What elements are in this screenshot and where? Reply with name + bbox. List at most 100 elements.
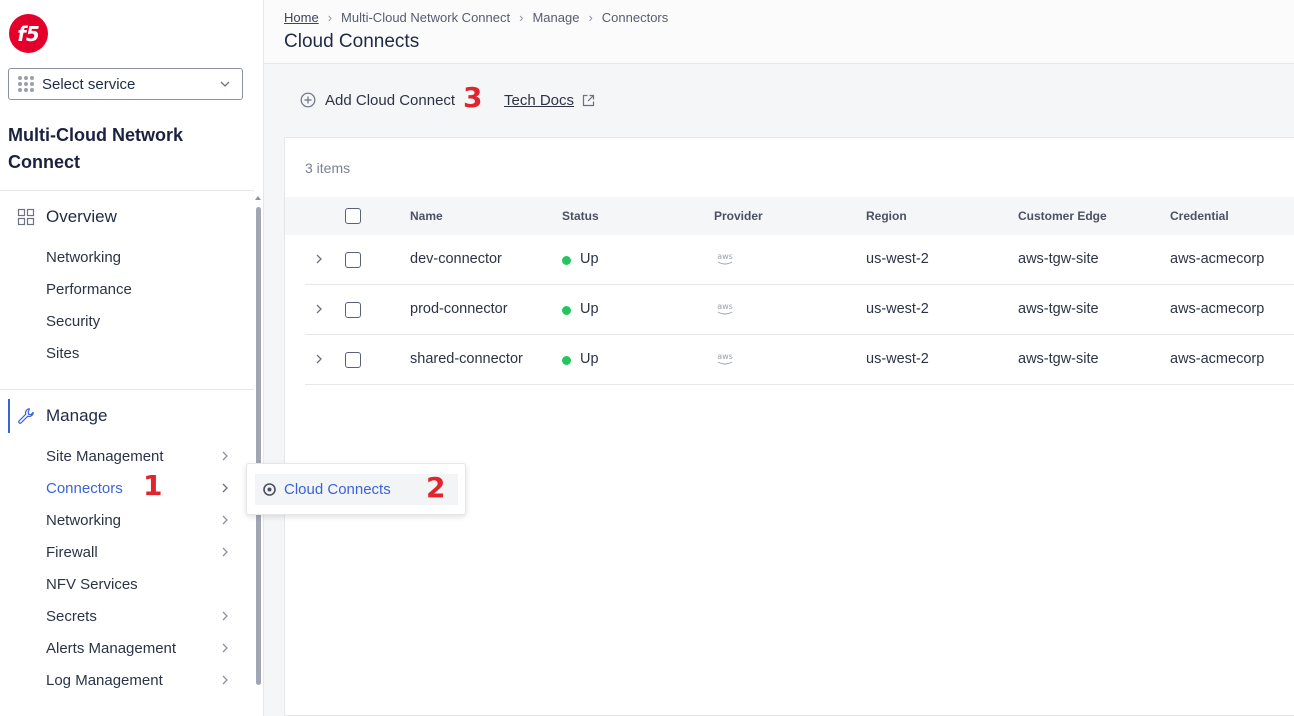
table-row[interactable]: prod-connector Up aws us-west-2 aws-tgw-…	[305, 285, 1294, 335]
breadcrumb-separator: ›	[588, 10, 593, 25]
nav-section-manage[interactable]: Manage	[0, 399, 254, 433]
items-count: 3 items	[305, 160, 351, 176]
cell-credential: aws-acmecorp	[1170, 301, 1265, 317]
cell-region: us-west-2	[866, 351, 929, 367]
f5-logo[interactable]: f5	[8, 13, 49, 54]
sidebar-item-label: Security	[46, 312, 101, 330]
aws-logo-icon: aws	[717, 302, 733, 315]
breadcrumb-home[interactable]: Home	[284, 10, 319, 25]
chevron-right-icon	[222, 547, 228, 557]
cell-credential: aws-acmecorp	[1170, 351, 1265, 367]
cell-customer-edge: aws-tgw-site	[1018, 301, 1099, 317]
status-up-indicator	[562, 306, 571, 315]
nav-section-overview-label: Overview	[46, 207, 117, 226]
sidebar-item-security[interactable]: Security	[46, 309, 236, 333]
row-checkbox[interactable]	[345, 252, 361, 268]
breadcrumb-separator: ›	[327, 10, 333, 25]
column-header-credential[interactable]: Credential	[1170, 209, 1229, 223]
chevron-right-icon	[222, 675, 228, 685]
breadcrumb-separator: ›	[519, 10, 524, 25]
sidebar-item-label: Secrets	[46, 607, 97, 625]
cell-credential: aws-acmecorp	[1170, 251, 1265, 267]
sidebar-item-nfv-services[interactable]: NFV Services	[46, 572, 236, 596]
table-row[interactable]: shared-connector Up aws us-west-2 aws-tg…	[305, 335, 1294, 385]
sidebar-item-label: Networking	[46, 248, 122, 266]
table-header: Name Status Provider Region Customer Edg…	[285, 197, 1294, 235]
chevron-right-icon	[222, 643, 228, 653]
sidebar-item-networking-manage[interactable]: Networking	[46, 508, 236, 532]
chevron-right-icon	[222, 611, 228, 621]
scroll-up-arrow[interactable]	[255, 196, 261, 200]
sidebar-item-label: Performance	[46, 280, 132, 298]
column-header-name[interactable]: Name	[410, 209, 443, 223]
page-header: Home › Multi-Cloud Network Connect › Man…	[264, 0, 1294, 64]
sidebar-item-networking[interactable]: Networking	[46, 245, 236, 269]
sidebar-item-site-management[interactable]: Site Management	[46, 444, 236, 468]
chevron-down-icon	[220, 81, 230, 87]
tech-docs-link[interactable]: Tech Docs	[504, 92, 595, 109]
breadcrumb-manage[interactable]: Manage	[532, 10, 579, 25]
expand-chevron-icon[interactable]	[315, 253, 323, 265]
select-service-dropdown[interactable]: Select service	[8, 68, 243, 100]
sidebar-item-label: NFV Services	[46, 575, 138, 593]
cell-name[interactable]: dev-connector	[410, 251, 502, 267]
breadcrumb-mcn[interactable]: Multi-Cloud Network Connect	[341, 10, 510, 25]
row-checkbox[interactable]	[345, 302, 361, 318]
sidebar-item-connectors[interactable]: Connectors	[46, 476, 236, 500]
expand-chevron-icon[interactable]	[315, 353, 323, 365]
sidebar: f5 Select service Multi-Cloud Network Co…	[0, 0, 264, 716]
cell-customer-edge: aws-tgw-site	[1018, 351, 1099, 367]
expand-chevron-icon[interactable]	[315, 303, 323, 315]
nav-section-manage-label: Manage	[46, 406, 108, 425]
breadcrumb: Home › Multi-Cloud Network Connect › Man…	[284, 10, 668, 25]
annotation-number: 1	[143, 469, 163, 502]
main-content: Home › Multi-Cloud Network Connect › Man…	[264, 0, 1294, 716]
column-header-region[interactable]: Region	[866, 209, 907, 223]
cell-region: us-west-2	[866, 251, 929, 267]
app-grid-icon	[18, 76, 34, 92]
cell-name[interactable]: shared-connector	[410, 351, 523, 367]
sidebar-item-label: Networking	[46, 511, 122, 529]
svg-text:aws: aws	[717, 302, 733, 311]
aws-logo-icon: aws	[717, 252, 733, 265]
flyout-item-label: Cloud Connects	[284, 481, 391, 498]
status-up-indicator	[562, 356, 571, 365]
sidebar-item-label: Sites	[46, 344, 80, 362]
table-row[interactable]: dev-connector Up aws us-west-2 aws-tgw-s…	[305, 235, 1294, 285]
app-title: Multi-Cloud Network Connect	[8, 125, 183, 172]
external-link-icon	[582, 94, 595, 107]
status-up-indicator	[562, 256, 571, 265]
add-cloud-connect-button[interactable]: Add Cloud Connect	[300, 92, 455, 109]
annotation-number: 3	[463, 81, 483, 114]
select-service-label: Select service	[42, 75, 136, 93]
sidebar-item-performance[interactable]: Performance	[46, 277, 236, 301]
add-cloud-connect-label: Add Cloud Connect	[325, 91, 456, 109]
cell-status: Up	[580, 301, 599, 317]
sidebar-item-sites[interactable]: Sites	[46, 341, 236, 365]
sidebar-item-secrets[interactable]: Secrets	[46, 604, 236, 628]
nav-section-overview[interactable]: Overview	[0, 200, 254, 234]
cell-customer-edge: aws-tgw-site	[1018, 251, 1099, 267]
row-checkbox[interactable]	[345, 352, 361, 368]
toolbar: Add Cloud Connect Tech Docs	[300, 84, 595, 116]
cell-status: Up	[580, 351, 599, 367]
column-header-status[interactable]: Status	[562, 209, 599, 223]
cell-status: Up	[580, 251, 599, 267]
sidebar-item-alerts-management[interactable]: Alerts Management	[46, 636, 236, 660]
divider	[0, 190, 254, 191]
sidebar-item-log-management[interactable]: Log Management	[46, 668, 236, 692]
breadcrumb-connectors[interactable]: Connectors	[602, 10, 668, 25]
sidebar-item-label: Firewall	[46, 543, 98, 561]
sidebar-item-label: Log Management	[46, 671, 163, 689]
tech-docs-label: Tech Docs	[504, 92, 575, 109]
svg-text:aws: aws	[717, 252, 733, 261]
sidebar-scrollbar[interactable]	[256, 207, 261, 685]
sidebar-item-label: Alerts Management	[46, 639, 177, 657]
column-header-provider[interactable]: Provider	[714, 209, 763, 223]
column-header-customer-edge[interactable]: Customer Edge	[1018, 209, 1107, 223]
sidebar-item-firewall[interactable]: Firewall	[46, 540, 236, 564]
svg-text:aws: aws	[717, 352, 733, 361]
cell-name[interactable]: prod-connector	[410, 301, 508, 317]
dashboard-grid-icon	[17, 208, 35, 226]
select-all-checkbox[interactable]	[345, 208, 361, 224]
